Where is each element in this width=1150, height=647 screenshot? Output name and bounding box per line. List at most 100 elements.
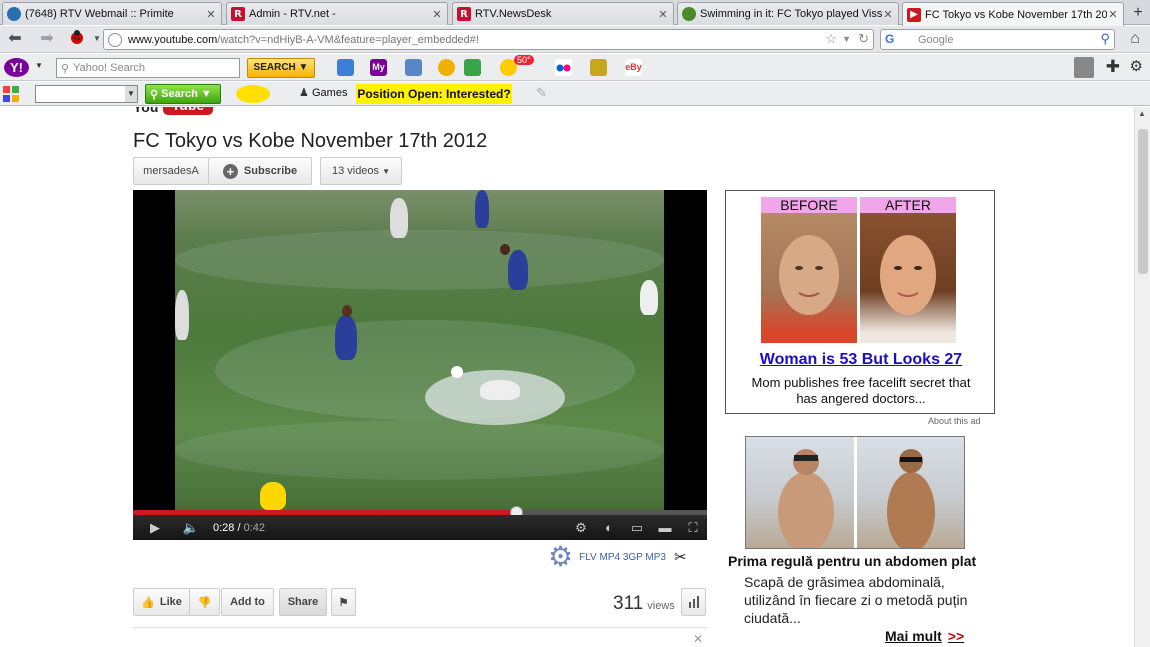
ad-headline[interactable]: Woman is 53 But Looks 27 (726, 351, 996, 369)
toolbar-search-label: Search (161, 88, 198, 100)
videos-count-button[interactable]: 13 videos ▼ (320, 157, 402, 185)
weather-badge: 50° (514, 55, 534, 65)
yahoo-search-input[interactable]: ⚲ Yahoo! Search (56, 58, 240, 78)
download-formats[interactable]: FLV MP4 3GP MP3 (579, 552, 666, 563)
yahoo-toolbar: Y! ▼ ⚲ Yahoo! Search SEARCH ▼ My 50° eBy… (0, 54, 1150, 81)
share-label: Share (287, 596, 319, 608)
about-this-ad-link[interactable]: About this ad (928, 416, 981, 426)
youtube-page: You Tube FC Tokyo vs Kobe November 17th … (0, 107, 1134, 647)
download-links[interactable]: ⚙ FLV MP4 3GP MP3 ✂ (548, 542, 687, 572)
close-icon[interactable]: ✕ (693, 632, 703, 646)
abdomen-ad[interactable]: Prima regulă pentru un abdomen plat Scap… (720, 433, 990, 647)
subscribe-button[interactable]: + Subscribe (208, 157, 312, 185)
play-icon[interactable]: ▶ (141, 520, 169, 536)
add-to-button[interactable]: Add to (221, 588, 274, 616)
ad-body: Scapă de grăsimea abdominală, utilizând … (744, 574, 968, 626)
yahoo-search-button[interactable]: SEARCH ▼ (247, 58, 315, 78)
rtv-favicon-icon: R (231, 7, 245, 21)
chevron-down-icon: ▼ (125, 86, 137, 102)
before-face-image[interactable] (761, 213, 857, 343)
annotations-icon[interactable]: ◐ (595, 520, 623, 535)
ladybug-addon-icon[interactable] (66, 29, 88, 49)
forward-icon[interactable]: ➡ (36, 29, 58, 49)
reload-icon[interactable]: ↻ (858, 31, 869, 47)
close-icon[interactable]: ✕ (882, 8, 894, 21)
more-link[interactable]: Mai mult >> (885, 628, 964, 644)
ad-headline[interactable]: Prima regulă pentru un abdomen plat (728, 553, 976, 569)
bookmark-star-icon[interactable]: ☆ (825, 31, 837, 47)
thumbs-up-icon: 👍 (141, 596, 155, 609)
games-icon: ♟ (299, 87, 309, 99)
close-icon[interactable]: ✕ (431, 8, 443, 21)
settings-gear-icon[interactable]: ⚙ (567, 520, 595, 536)
tab-newsdesk[interactable]: R RTV.NewsDesk ✕ (452, 2, 674, 25)
after-label: AFTER (860, 197, 956, 213)
url-path: /watch?v=ndHiyB-A-VM&feature=player_embe… (217, 33, 479, 46)
volume-icon[interactable]: 🔈 (177, 520, 205, 536)
chevron-down-icon[interactable]: ▼ (842, 34, 851, 44)
water-sheen (175, 230, 664, 290)
flickr-icon[interactable] (555, 59, 572, 76)
puzzle-icon[interactable] (464, 59, 481, 76)
thumbs-down-icon: 👎 (197, 596, 212, 609)
messenger-icon[interactable] (438, 59, 455, 76)
close-icon[interactable]: ✕ (205, 8, 217, 21)
scroll-up-icon[interactable]: ▲ (1138, 109, 1146, 118)
address-bar[interactable]: www.youtube.com/watch?v=ndHiyB-A-VM&feat… (103, 29, 874, 50)
web-search-box[interactable]: G Google ⚲ (880, 29, 1115, 50)
video-player[interactable]: ▶ 🔈 0:28 / 0:42 ⚙ ◐ ▭ ▬ ⛶ (133, 190, 707, 540)
channel-name-button[interactable]: mersadesA (133, 157, 209, 185)
toolbar-search-button[interactable]: ⚲ Search ▼ (145, 84, 221, 104)
chevron-down-icon[interactable]: ▼ (35, 61, 43, 70)
games-link[interactable]: Games (312, 87, 347, 99)
search-icon[interactable]: ⚲ (1100, 31, 1110, 47)
player-figure (175, 290, 189, 340)
video-frame[interactable] (175, 190, 664, 510)
finance-icon[interactable] (590, 59, 607, 76)
youtube-logo[interactable]: You Tube (133, 107, 215, 115)
my-yahoo-icon[interactable]: My (370, 59, 387, 76)
flag-button[interactable]: ⚑ (331, 588, 356, 616)
videos-count-label: 13 videos (331, 165, 380, 177)
tab-youtube[interactable]: ▶ FC Tokyo vs Kobe November 17th 2012 - … (902, 2, 1124, 26)
smiley-icon[interactable] (236, 85, 270, 103)
channel-name: mersadesA (143, 165, 199, 177)
video-title: FC Tokyo vs Kobe November 17th 2012 (133, 130, 488, 152)
scrollbar-thumb[interactable] (1138, 129, 1148, 274)
page-scrollbar[interactable]: ▲ (1134, 107, 1150, 647)
dislike-button[interactable]: 👎 (189, 588, 220, 616)
after-face-image[interactable] (860, 213, 956, 343)
yahoo-logo-icon[interactable]: Y! (4, 58, 29, 77)
scissors-icon[interactable]: ✂ (674, 548, 687, 566)
search-placeholder: Google (918, 33, 954, 46)
ebay-icon[interactable]: eBy (625, 59, 642, 76)
tab-webmail[interactable]: (7648) RTV Webmail :: Primite ✕ (2, 2, 222, 25)
close-icon[interactable]: ✕ (1107, 8, 1119, 21)
tab-admin[interactable]: R Admin - RTV.net - ✕ (226, 2, 448, 25)
menu-icon[interactable] (1074, 57, 1094, 78)
mail-icon[interactable] (337, 59, 354, 76)
highlighter-icon[interactable]: ✎ (536, 85, 547, 101)
close-icon[interactable]: ✕ (657, 8, 669, 21)
large-player-icon[interactable]: ▬ (651, 520, 679, 535)
toolbar-dropdown[interactable]: ▼ (35, 85, 138, 103)
small-player-icon[interactable]: ▭ (623, 520, 651, 536)
subscribe-label: Subscribe (243, 165, 298, 177)
tab-blog[interactable]: Swimming in it: FC Tokyo played Vissel K… (677, 2, 899, 25)
apps-icon[interactable] (3, 86, 19, 102)
fullscreen-icon[interactable]: ⛶ (679, 520, 707, 536)
back-icon[interactable]: ⬅ (4, 29, 26, 49)
stats-button[interactable] (681, 588, 706, 616)
share-button[interactable]: Share (279, 588, 327, 616)
position-open-banner[interactable]: Position Open: Interested? (356, 84, 512, 104)
gear-icon[interactable]: ⚙ (1130, 57, 1143, 75)
like-button[interactable]: 👍 Like (133, 588, 190, 616)
facelift-ad[interactable]: BEFORE AFTER Woman is 53 But Looks 27 Mo… (725, 190, 995, 414)
ad-image[interactable] (745, 436, 965, 549)
add-icon[interactable]: ✚ (1106, 57, 1120, 77)
news-icon[interactable] (405, 59, 422, 76)
blog-favicon-icon (682, 7, 696, 21)
new-tab-icon[interactable]: + (1128, 3, 1148, 23)
home-icon[interactable]: ⌂ (1124, 29, 1146, 49)
download-gear-icon[interactable]: ⚙ (548, 543, 573, 571)
